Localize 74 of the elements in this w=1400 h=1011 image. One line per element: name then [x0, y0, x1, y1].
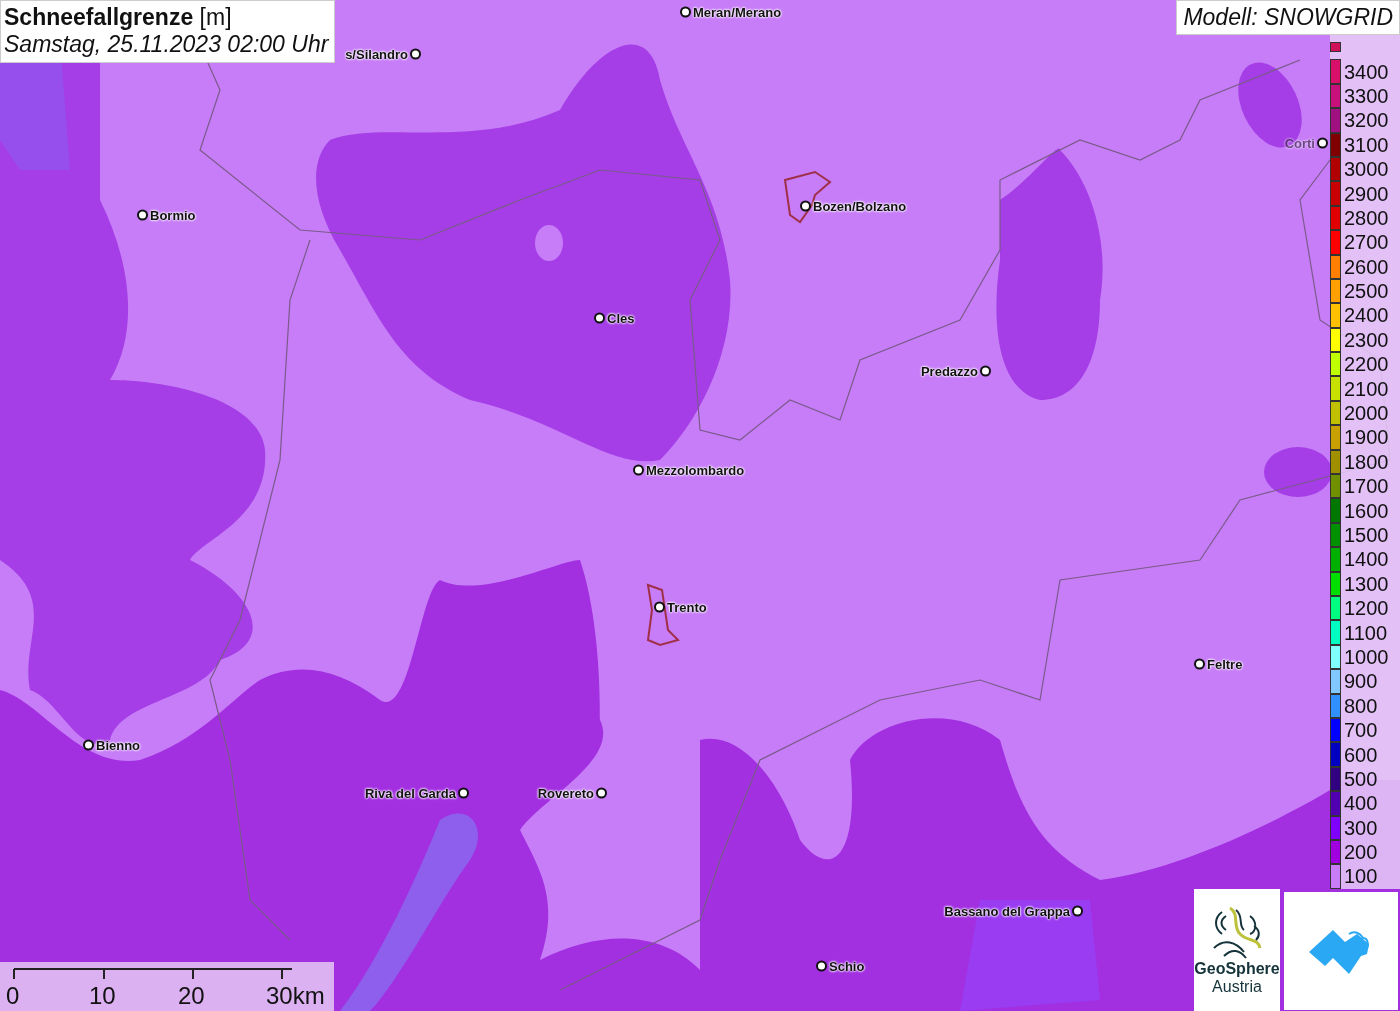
legend-value: 3300 — [1344, 85, 1389, 106]
city-marker-icon — [654, 601, 665, 613]
legend-value: 1900 — [1344, 427, 1389, 448]
city-marker-icon — [1317, 137, 1328, 149]
legend-value: 1600 — [1344, 500, 1389, 521]
legend-value: 100 — [1344, 866, 1378, 887]
legend-value: 1200 — [1344, 598, 1389, 619]
city-label: Trento — [667, 599, 707, 615]
city-marker-icon — [633, 464, 644, 476]
legend-value: 2900 — [1344, 183, 1389, 204]
city-marker-icon — [410, 48, 421, 60]
legend-value: 700 — [1344, 720, 1378, 741]
legend-value: 1300 — [1344, 573, 1389, 594]
scale-label: 0 — [6, 982, 20, 1010]
legend-value: 1500 — [1344, 525, 1389, 545]
legend-value: 3100 — [1344, 134, 1389, 155]
legend-value: 2100 — [1344, 378, 1389, 399]
legend-value: 3000 — [1344, 159, 1389, 180]
legend-value: 400 — [1344, 793, 1378, 814]
city-label: Riva del Garda — [364, 785, 456, 801]
city-label: Bozen/Bolzano — [813, 198, 907, 214]
city-label: Bormio — [150, 207, 196, 223]
legend-value: 500 — [1344, 768, 1378, 789]
legend-value: 2000 — [1344, 403, 1389, 424]
city-label: Bienno — [96, 737, 141, 753]
city-label: Rovereto — [537, 785, 594, 801]
legend-value: 2800 — [1344, 207, 1389, 228]
legend-value: 900 — [1344, 671, 1378, 692]
scale-label: 30km — [266, 982, 325, 1010]
logo-wordmark: GeoSphere — [1194, 959, 1280, 978]
city-marker-icon — [816, 960, 827, 972]
legend-value: 2200 — [1344, 354, 1389, 375]
city-label: Corti — [1284, 135, 1315, 151]
legend-value: 1400 — [1344, 549, 1389, 570]
legend-value: 200 — [1344, 842, 1378, 863]
legend-value: 3200 — [1344, 110, 1389, 131]
scale-label: 20 — [178, 982, 205, 1010]
city-label: s/Silandro — [345, 46, 408, 62]
legend-value: 1100 — [1344, 622, 1387, 643]
city-label: Schio — [829, 958, 865, 974]
city-marker-icon — [83, 739, 94, 751]
legend-value: 3400 — [1344, 61, 1389, 82]
city-marker-icon — [1072, 905, 1083, 917]
map-title: Schneefallgrenze [m] — [4, 4, 233, 31]
city-marker-icon — [1194, 658, 1205, 670]
city-marker-icon — [596, 787, 607, 799]
legend-value: 300 — [1344, 817, 1378, 838]
legend-value: 2300 — [1344, 329, 1389, 350]
city-label: Mezzolombardo — [646, 462, 745, 478]
city-label: Bassano del Grappa — [944, 903, 1070, 919]
legend-value: 1800 — [1344, 451, 1389, 472]
city-label: Predazzo — [920, 363, 978, 379]
city-label: Feltre — [1207, 656, 1243, 672]
legend-value: 800 — [1344, 695, 1378, 716]
legend-value: 2500 — [1344, 281, 1389, 302]
forecast-datetime: Samstag, 25.11.2023 02:00 Uhr — [4, 31, 329, 58]
legend-value: 2600 — [1344, 256, 1389, 277]
city-marker-icon — [980, 365, 991, 377]
legend-value: 1000 — [1344, 646, 1389, 667]
model-label: Modell: SNOWGRID — [1176, 0, 1400, 35]
city-marker-icon — [594, 312, 605, 324]
city-label: Meran/Merano — [693, 4, 782, 20]
legend-swatch — [1330, 42, 1341, 53]
city-marker-icon — [137, 209, 148, 221]
legend-value: 2700 — [1344, 232, 1389, 253]
legend-value: 600 — [1344, 744, 1378, 765]
logo-wordmark: Austria — [1212, 978, 1262, 997]
legend-value: 1700 — [1344, 476, 1389, 497]
city-marker-icon — [680, 6, 691, 18]
scale-label: 10 — [89, 982, 116, 1010]
city-label: Cles — [607, 310, 635, 326]
city-marker-icon — [458, 787, 469, 799]
city-marker-icon — [800, 200, 811, 212]
legend-value: 2400 — [1344, 305, 1389, 326]
